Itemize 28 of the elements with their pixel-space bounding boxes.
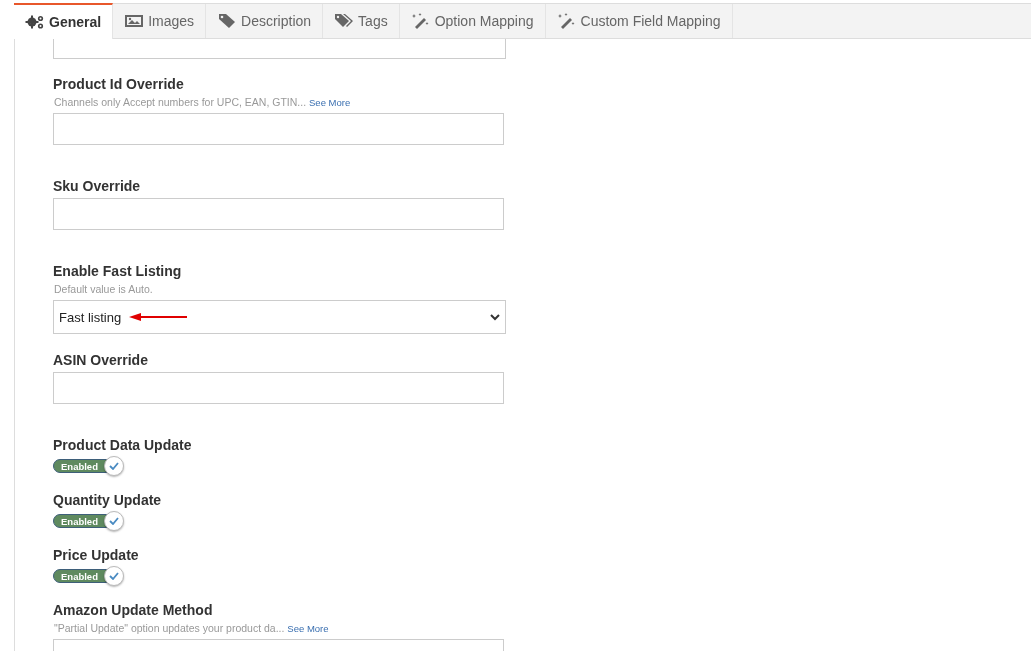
hint-text: Channels only Accept numbers for UPC, EAN, GTIN... See More — [54, 96, 352, 109]
tag-icon — [217, 13, 238, 29]
image-icon — [124, 13, 145, 29]
field-label: Product Id Override — [53, 76, 185, 93]
magic-wand-icon — [410, 13, 431, 29]
caret-icon — [490, 313, 500, 321]
field-label: ASIN Override — [53, 352, 149, 369]
tags-icon — [334, 13, 355, 29]
check-icon — [109, 462, 119, 470]
field-label: Product Data Update — [53, 437, 193, 454]
check-icon — [109, 572, 119, 580]
field-label: Amazon Update Method — [53, 602, 214, 619]
field-label: Sku Override — [53, 178, 142, 195]
input-field[interactable] — [53, 198, 504, 230]
see-more-link[interactable]: See More — [287, 623, 329, 634]
field-label: Quantity Update — [53, 492, 163, 509]
field-label: Enable Fast Listing — [53, 263, 183, 280]
input-field[interactable] — [53, 372, 504, 404]
check-icon — [109, 517, 119, 525]
field-label: Price Update — [53, 547, 140, 564]
input-field[interactable] — [53, 113, 504, 145]
see-more-link[interactable]: See More — [309, 97, 351, 108]
hint-text: Default value is Auto. — [54, 283, 154, 296]
magic-wand-icon — [556, 13, 577, 29]
input-field[interactable] — [53, 39, 506, 59]
dropdown[interactable]: Fast listing — [53, 300, 506, 334]
tab[interactable]: General — [14, 3, 114, 39]
hint-text: "Partial Update" option updates your product da... See More — [54, 622, 330, 635]
